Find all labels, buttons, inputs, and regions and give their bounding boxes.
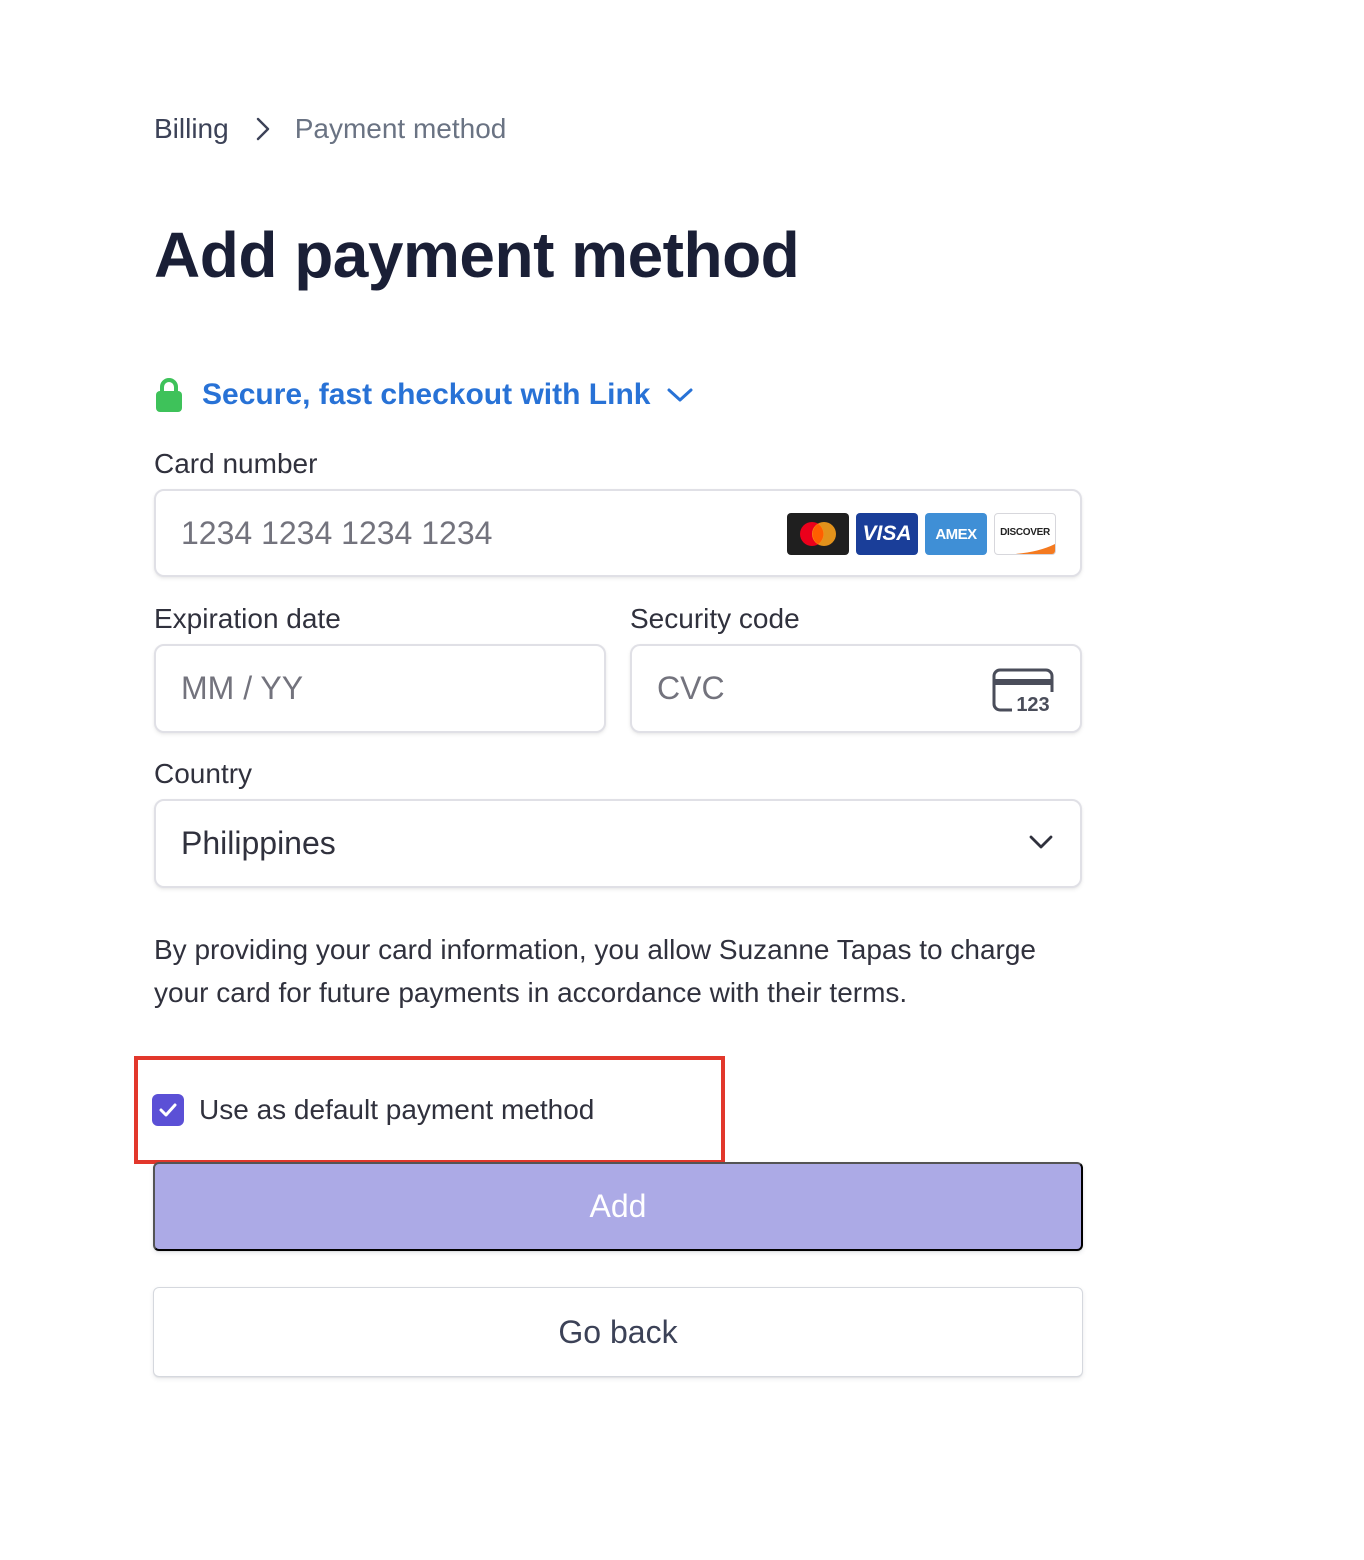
- breadcrumb-current: Payment method: [294, 113, 507, 144]
- default-payment-checkbox-row[interactable]: Use as default payment method: [152, 1094, 594, 1126]
- card-number-field: VISA AMEX DISCOVER: [154, 489, 1082, 577]
- amex-icon: AMEX: [925, 513, 987, 555]
- lock-icon: [154, 377, 184, 413]
- card-number-label: Card number: [154, 448, 318, 479]
- security-code-label: Security code: [630, 603, 800, 634]
- go-back-button[interactable]: Go back: [153, 1287, 1083, 1377]
- breadcrumb-billing-link[interactable]: Billing: [154, 113, 229, 145]
- country-label: Country: [154, 758, 253, 789]
- card-brands: VISA AMEX DISCOVER: [787, 513, 1056, 555]
- country-select-value: Philippines: [181, 825, 336, 861]
- link-checkout-label: Secure, fast checkout with Link: [202, 378, 651, 411]
- security-code-field: 123: [630, 644, 1082, 733]
- expiration-label: Expiration date: [154, 603, 341, 634]
- expiration-input[interactable]: [181, 670, 604, 707]
- chevron-down-icon: [666, 386, 694, 404]
- discover-icon: DISCOVER: [994, 513, 1056, 555]
- mastercard-icon: [787, 513, 849, 555]
- link-checkout-toggle[interactable]: Secure, fast checkout with Link: [154, 372, 694, 418]
- country-select[interactable]: Philippines: [154, 799, 1082, 888]
- cvc-card-icon: 123: [992, 668, 1054, 719]
- chevron-down-icon: [1028, 833, 1054, 851]
- expiration-field: [154, 644, 606, 733]
- page-title: Add payment method: [154, 219, 800, 291]
- consent-text: By providing your card information, you …: [154, 934, 1036, 1008]
- add-button[interactable]: Add: [153, 1162, 1083, 1251]
- checkmark-icon: [159, 1103, 177, 1117]
- visa-icon: VISA: [856, 513, 918, 555]
- default-payment-checkbox[interactable]: [152, 1094, 184, 1126]
- default-payment-label: Use as default payment method: [199, 1094, 595, 1125]
- breadcrumb: Billing Payment method: [154, 110, 506, 148]
- chevron-right-icon: [255, 116, 271, 142]
- svg-text:123: 123: [1016, 694, 1049, 714]
